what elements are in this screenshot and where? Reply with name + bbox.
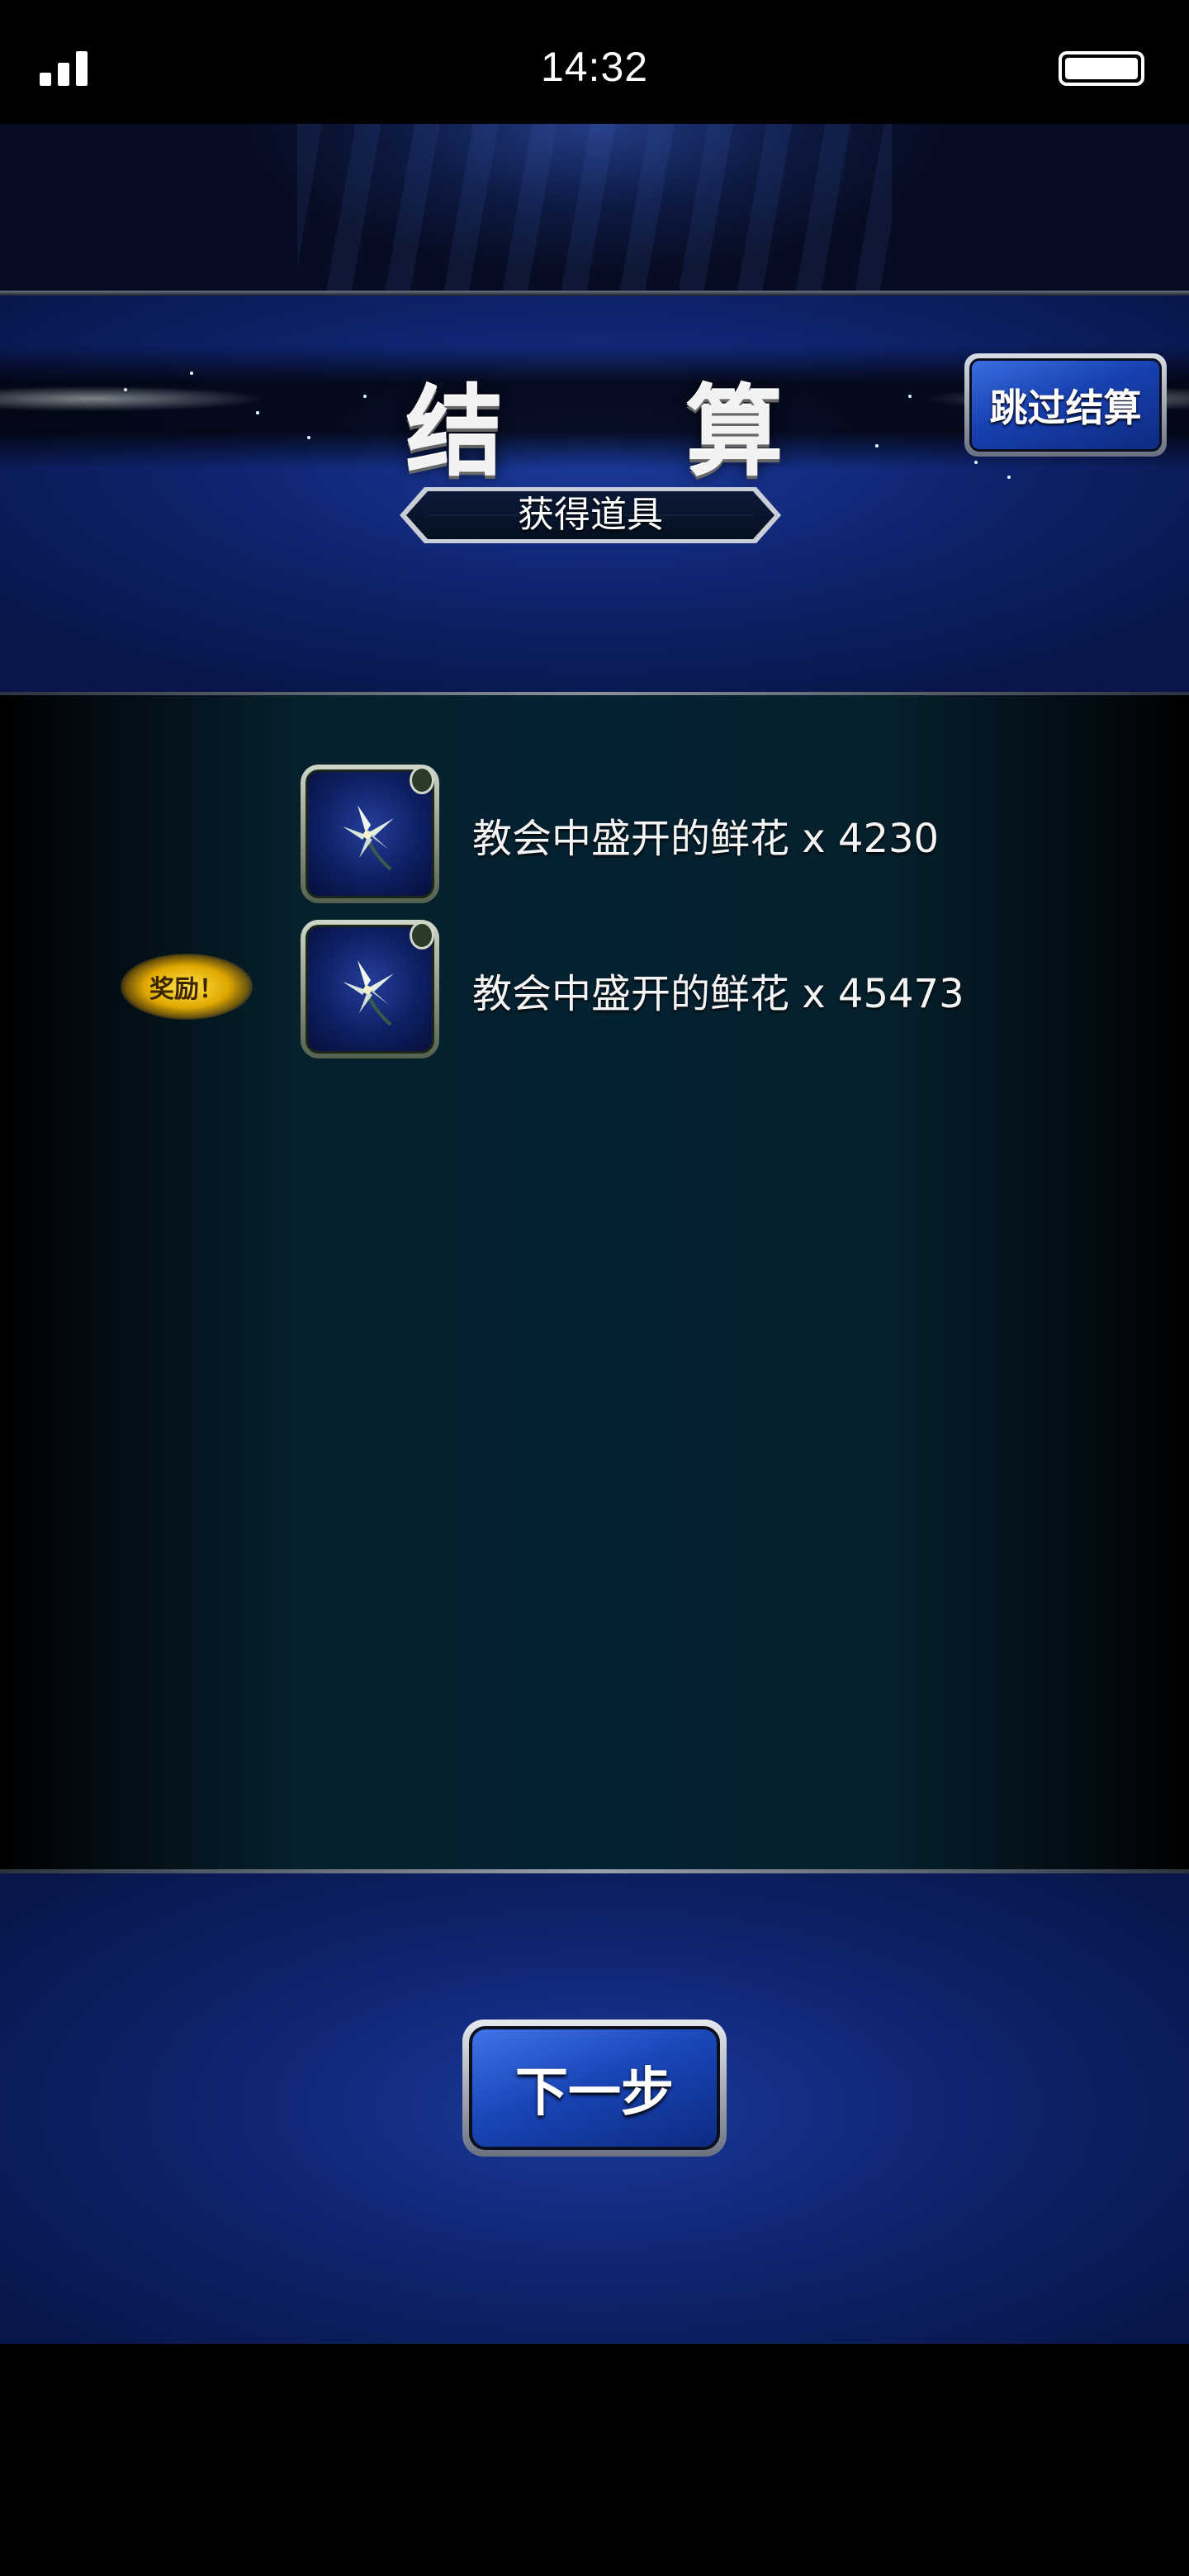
item-row[interactable]: 教会中盛开的鲜花 x 45473 [0, 920, 1189, 1060]
next-step-button[interactable]: 下一步 [462, 2020, 727, 2157]
battery-icon [1059, 51, 1144, 86]
item-icon-frame [301, 765, 439, 903]
white-lily-icon [343, 805, 394, 871]
item-name-quantity: 教会中盛开的鲜花 x 45473 [472, 971, 964, 1017]
section-banner: 获得道具 [400, 485, 781, 545]
section-banner-label: 获得道具 [518, 494, 663, 536]
bottom-letterbox [0, 2344, 1189, 2576]
results-header: 结 算 跳过结算 获得道具 [0, 296, 1189, 692]
item-row[interactable]: 教会中盛开的鲜花 x 4230 [0, 765, 1189, 905]
next-step-label: 下一步 [469, 2026, 720, 2150]
status-bar: 14:32 [0, 0, 1189, 140]
item-icon-frame [301, 920, 439, 1058]
status-time: 14:32 [540, 44, 649, 90]
top-backdrop [0, 124, 1189, 293]
white-lily-icon [343, 960, 394, 1026]
skip-results-button[interactable]: 跳过结算 [964, 353, 1167, 457]
skip-results-label: 跳过结算 [969, 358, 1162, 452]
item-name-quantity: 教会中盛开的鲜花 x 4230 [472, 816, 940, 862]
